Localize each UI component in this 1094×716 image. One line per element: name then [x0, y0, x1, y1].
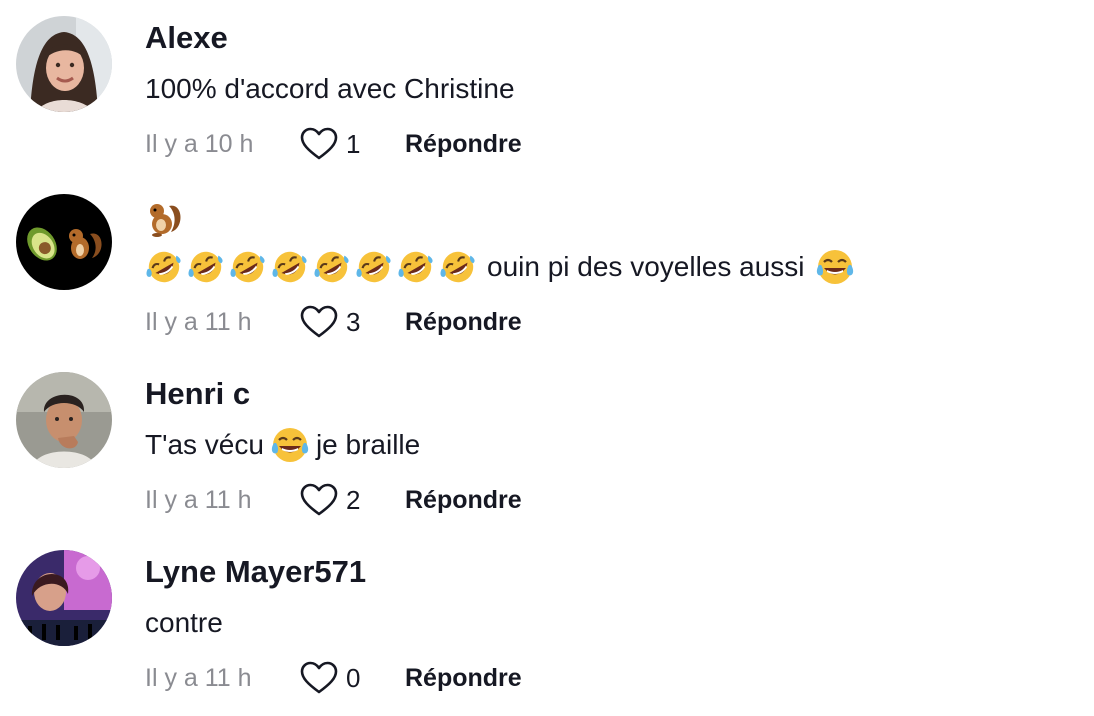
- avocado-chipmunk-avatar-icon: [16, 194, 112, 290]
- rolling-on-floor-laughing-emoji-icon: [398, 251, 433, 283]
- comment-item: ouin pi des voyelles aussi Il y a 11 h 3…: [0, 178, 1094, 356]
- reply-button[interactable]: Répondre: [405, 486, 522, 515]
- comment-timestamp: Il y a 11 h: [145, 485, 252, 514]
- comment-text: ouin pi des voyelles aussi: [145, 244, 1074, 290]
- reply-button[interactable]: Répondre: [405, 130, 522, 159]
- avatar[interactable]: [16, 16, 112, 112]
- comment-username[interactable]: Lyne Mayer571: [145, 552, 1074, 592]
- heart-icon: [300, 127, 338, 160]
- comment-text-after: je braille: [315, 429, 421, 460]
- like-button[interactable]: 0: [300, 661, 405, 695]
- comment-username[interactable]: Alexe: [145, 18, 1074, 58]
- reply-button[interactable]: Répondre: [405, 664, 522, 693]
- reply-button[interactable]: Répondre: [405, 308, 522, 337]
- comment-item: Henri c T'as vécu je braille Il y a 11 h…: [0, 356, 1094, 534]
- comment-item: Alexe 100% d'accord avec Christine Il y …: [0, 0, 1094, 178]
- comment-username[interactable]: [145, 196, 1074, 237]
- profile-photo-concert-icon: [16, 550, 112, 646]
- comment-username[interactable]: Henri c: [145, 374, 1074, 414]
- heart-icon: [300, 305, 338, 338]
- profile-photo-woman-icon: [16, 16, 112, 112]
- heart-icon: [300, 483, 338, 516]
- like-count: 0: [346, 662, 361, 693]
- emoji-sequence: [145, 248, 477, 286]
- profile-photo-man-icon: [16, 372, 112, 468]
- face-with-tears-of-joy-emoji-icon: [271, 428, 309, 462]
- comment-text: contre: [145, 607, 223, 638]
- avatar[interactable]: [16, 550, 112, 646]
- comment-item: Lyne Mayer571 contre Il y a 11 h 0 Répon…: [0, 534, 1094, 712]
- like-button[interactable]: 2: [300, 483, 405, 517]
- comment-timestamp: Il y a 11 h: [145, 307, 252, 336]
- like-count: 1: [346, 128, 361, 159]
- rolling-on-floor-laughing-emoji-icon: [230, 251, 265, 283]
- comment-timestamp: Il y a 11 h: [145, 663, 252, 692]
- comment-text-body: ouin pi des voyelles aussi: [487, 251, 805, 282]
- comment-timestamp: Il y a 10 h: [145, 129, 254, 158]
- rolling-on-floor-laughing-emoji-icon: [314, 251, 349, 283]
- rolling-on-floor-laughing-emoji-icon: [188, 251, 223, 283]
- rolling-on-floor-laughing-emoji-icon: [356, 251, 391, 283]
- like-button[interactable]: 3: [300, 305, 405, 339]
- rolling-on-floor-laughing-emoji-icon: [272, 251, 307, 283]
- face-with-tears-of-joy-emoji-icon: [816, 250, 853, 284]
- chipmunk-emoji-icon: [150, 203, 181, 237]
- heart-icon: [300, 661, 338, 694]
- comment-text: T'as vécu je braille: [145, 422, 1074, 468]
- rolling-on-floor-laughing-emoji-icon: [146, 251, 181, 283]
- like-count: 3: [346, 306, 361, 337]
- avatar[interactable]: [16, 194, 112, 290]
- avatar[interactable]: [16, 372, 112, 468]
- comment-text-before: T'as vécu: [145, 429, 264, 460]
- rolling-on-floor-laughing-emoji-icon: [440, 251, 475, 283]
- like-count: 2: [346, 484, 361, 515]
- like-button[interactable]: 1: [300, 127, 405, 161]
- comment-text: 100% d'accord avec Christine: [145, 73, 515, 104]
